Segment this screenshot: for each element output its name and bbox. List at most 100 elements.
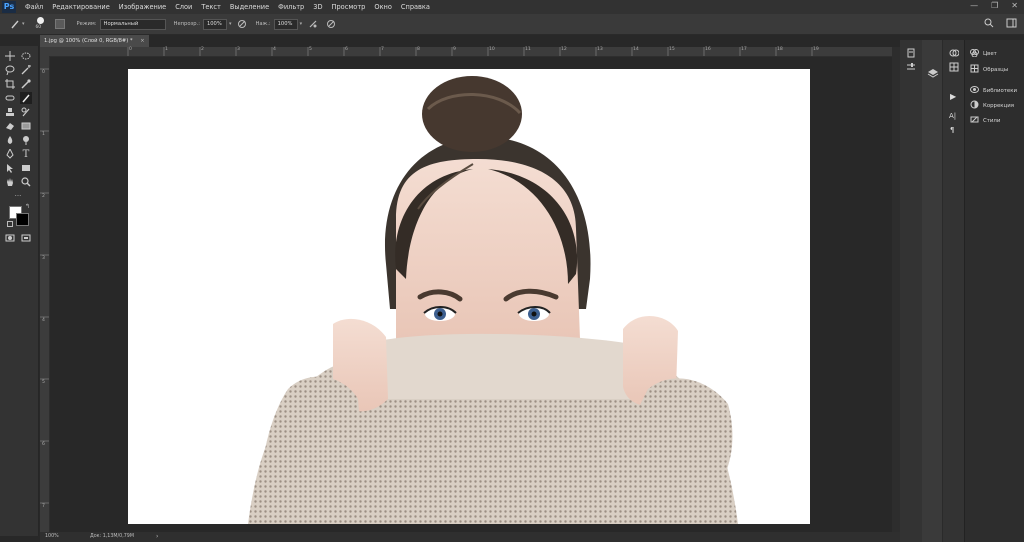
menu-file[interactable]: Файл bbox=[25, 3, 43, 11]
menu-window[interactable]: Окно bbox=[374, 3, 392, 11]
workspace-icon[interactable] bbox=[1006, 18, 1018, 30]
layers-icon[interactable] bbox=[949, 68, 959, 80]
zoom-level[interactable]: 100% bbox=[45, 534, 59, 539]
text-icon[interactable]: T bbox=[20, 148, 32, 160]
document-tab[interactable]: 1.jpg @ 100% (Слой 0, RGB/8#) * × bbox=[40, 35, 149, 47]
menu-edit[interactable]: Редактирование bbox=[52, 3, 110, 11]
pressure-field[interactable]: 100% bbox=[273, 18, 298, 30]
panel-color[interactable]: Цвет bbox=[970, 48, 997, 59]
document-canvas[interactable] bbox=[128, 69, 810, 524]
ruler-top-number: 0 bbox=[129, 47, 132, 52]
color-panel-icon bbox=[970, 48, 979, 59]
dodge-icon[interactable] bbox=[20, 134, 32, 146]
shape-icon[interactable] bbox=[20, 162, 32, 174]
search-icon[interactable] bbox=[984, 18, 994, 30]
minimize-icon[interactable]: — bbox=[970, 1, 978, 10]
ruler-top-number: 3 bbox=[237, 47, 240, 52]
pen-icon[interactable] bbox=[4, 148, 16, 160]
status-arrow-icon[interactable]: › bbox=[156, 533, 158, 540]
ruler-left-number: 5 bbox=[42, 380, 45, 385]
ruler-left-number: 6 bbox=[42, 442, 45, 447]
document-info[interactable]: Док: 1,13M/0,79M bbox=[90, 534, 134, 539]
ruler-left-number: 1 bbox=[42, 132, 45, 137]
magic-wand-icon[interactable] bbox=[20, 64, 32, 76]
menu-view[interactable]: Просмотр bbox=[332, 3, 366, 11]
ruler-top-number: 11 bbox=[525, 47, 531, 52]
menu-help[interactable]: Справка bbox=[401, 3, 430, 11]
mode-select[interactable]: Нормальный bbox=[99, 18, 166, 30]
panel-styles[interactable]: Стили bbox=[970, 115, 1000, 126]
ruler-top-number: 5 bbox=[309, 47, 312, 52]
close-tab-icon[interactable]: × bbox=[140, 38, 144, 44]
crop-icon[interactable] bbox=[4, 78, 16, 90]
gradient-icon[interactable] bbox=[20, 120, 32, 132]
move-icon[interactable] bbox=[4, 50, 16, 62]
close-icon[interactable]: ✕ bbox=[1011, 1, 1018, 10]
menu-layers[interactable]: Слои bbox=[175, 3, 192, 11]
background-color-swatch[interactable] bbox=[16, 213, 29, 226]
quick-mask-icon[interactable] bbox=[4, 232, 16, 244]
brush-size-preview[interactable]: 60 bbox=[35, 16, 47, 32]
panel-adjustments[interactable]: Коррекция bbox=[970, 100, 1014, 111]
healing-icon[interactable] bbox=[4, 92, 16, 104]
panel-libraries-label: Библиотеки bbox=[983, 87, 1017, 94]
marquee-icon[interactable] bbox=[20, 50, 32, 62]
lasso-icon[interactable] bbox=[4, 64, 16, 76]
ruler-top-number: 4 bbox=[273, 47, 276, 52]
hand-icon[interactable] bbox=[4, 176, 16, 188]
history-brush-icon[interactable] bbox=[20, 106, 32, 118]
blur-icon[interactable] bbox=[4, 134, 16, 146]
opacity-field[interactable]: 100% bbox=[202, 18, 227, 30]
brush-panel-icon[interactable] bbox=[54, 19, 65, 29]
path-select-icon[interactable] bbox=[4, 162, 16, 174]
chevron-down-icon[interactable]: ▾ bbox=[22, 21, 25, 27]
ruler-top-number: 12 bbox=[561, 47, 567, 52]
stamp-icon[interactable] bbox=[4, 106, 16, 118]
more-tools-icon[interactable]: ··· bbox=[12, 190, 24, 202]
eyedropper-icon[interactable] bbox=[20, 78, 32, 90]
ruler-top-number: 6 bbox=[345, 47, 348, 52]
swap-colors-icon[interactable]: ↰ bbox=[25, 203, 30, 210]
menu-image[interactable]: Изображение bbox=[119, 3, 166, 11]
panel-adjustments-label: Коррекция bbox=[983, 102, 1014, 109]
ruler-vertical: 0 1 2 3 4 5 6 7 bbox=[40, 56, 50, 532]
menu-filter[interactable]: Фильтр bbox=[278, 3, 304, 11]
restore-icon[interactable]: ❐ bbox=[991, 1, 998, 10]
menu-select[interactable]: Выделение bbox=[230, 3, 269, 11]
panel-swatches[interactable]: Образцы bbox=[970, 64, 1008, 75]
screen-mode-icon[interactable] bbox=[20, 232, 32, 244]
menu-3d[interactable]: 3D bbox=[313, 3, 322, 11]
ruler-left-number: 4 bbox=[42, 318, 45, 323]
menu-type[interactable]: Текст bbox=[201, 3, 221, 11]
chevron-down-icon[interactable]: ▾ bbox=[229, 21, 232, 27]
document-tab-bar bbox=[40, 35, 900, 47]
canvas-scrollbar[interactable] bbox=[892, 47, 900, 533]
ruler-top-number: 19 bbox=[813, 47, 819, 52]
play-icon[interactable]: ▶ bbox=[950, 92, 956, 101]
brush-tool-icon[interactable] bbox=[20, 92, 32, 104]
history-panel-icon[interactable] bbox=[906, 48, 916, 60]
airbrush-icon[interactable] bbox=[308, 19, 318, 29]
brush-icon[interactable] bbox=[10, 19, 20, 29]
styles-panel-icon bbox=[970, 115, 979, 126]
channels-panel-icon[interactable] bbox=[949, 48, 960, 60]
pressure-opacity-icon[interactable] bbox=[237, 19, 247, 29]
layers-icon[interactable] bbox=[927, 68, 939, 80]
menu-bar: Ps Файл Редактирование Изображение Слои … bbox=[0, 0, 1024, 14]
character-panel-icon[interactable]: A| bbox=[949, 112, 956, 120]
ruler-top-number: 13 bbox=[597, 47, 603, 52]
adjustments-panel-icon bbox=[970, 100, 979, 111]
chevron-down-icon[interactable]: ▾ bbox=[300, 21, 303, 27]
ruler-left-number: 0 bbox=[42, 70, 45, 75]
panel-dock-1 bbox=[900, 40, 922, 542]
properties-panel-icon[interactable] bbox=[906, 62, 916, 74]
paragraph-panel-icon[interactable]: ¶ bbox=[950, 126, 954, 134]
ruler-left-number: 3 bbox=[42, 256, 45, 261]
eraser-icon[interactable] bbox=[4, 120, 16, 132]
pressure-size-icon[interactable] bbox=[326, 19, 336, 29]
document-tab-label: 1.jpg @ 100% (Слой 0, RGB/8#) * bbox=[44, 38, 133, 44]
default-colors-icon[interactable] bbox=[7, 221, 13, 227]
zoom-icon[interactable] bbox=[20, 176, 32, 188]
ruler-top-number: 14 bbox=[633, 47, 639, 52]
panel-libraries[interactable]: Библиотеки bbox=[970, 85, 1017, 96]
